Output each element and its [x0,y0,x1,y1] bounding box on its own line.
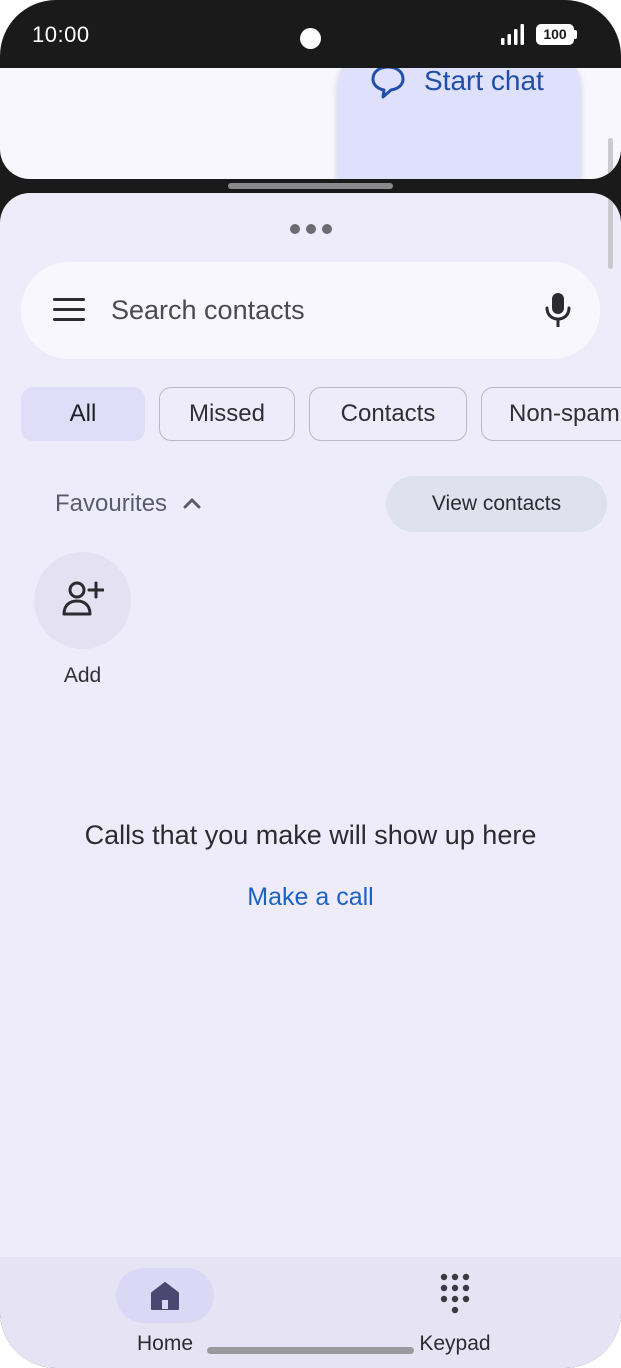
camera-cutout [300,28,321,49]
add-favourite-button[interactable] [34,552,131,649]
empty-state-message: Calls that you make will show up here [84,820,537,850]
search-bar[interactable]: Search contacts [21,262,600,359]
filter-chips: All Missed Contacts Non-spam [21,387,621,441]
person-add-icon [62,581,104,616]
battery-nub [574,30,577,39]
status-time: 10:00 [32,22,90,47]
home-icon [151,1282,179,1310]
signal-icon [501,24,524,45]
nav-home-button[interactable] [116,1268,214,1323]
split-screen-divider-handle[interactable] [228,183,393,189]
gesture-navigation-bar[interactable] [207,1347,414,1354]
nav-home-label[interactable]: Home [116,1332,214,1356]
chevron-up-icon[interactable] [183,497,201,509]
chip-non-spam[interactable]: Non-spam [481,387,621,441]
make-a-call-link[interactable]: Make a call [0,883,621,912]
chip-all[interactable]: All [21,387,145,441]
favourites-toggle[interactable]: Favourites [55,490,167,518]
chat-bubble-icon [371,68,405,99]
add-favourite-label: Add [63,664,102,687]
phone-app-pane: Search contacts All Missed Contacts Non-… [0,193,621,1368]
top-pane-scrollbar[interactable] [608,138,613,179]
chip-contacts[interactable]: Contacts [309,387,467,441]
start-chat-button[interactable]: Start chat [338,68,580,179]
status-bar: 10:00 100 [0,0,621,70]
more-options-icon[interactable] [290,224,332,236]
nav-keypad-label[interactable]: Keypad [405,1332,505,1356]
battery-icon: 100 [536,24,574,45]
menu-icon[interactable] [53,298,85,322]
phone-pane-scrollbar[interactable] [608,195,613,269]
top-app-pane: Start chat [0,68,621,179]
phone-frame: 10:00 100 Start chat Search contacts All… [0,0,621,1368]
chip-missed[interactable]: Missed [159,387,295,441]
dialpad-icon[interactable] [440,1273,470,1315]
start-chat-label: Start chat [424,68,544,96]
search-input[interactable]: Search contacts [111,295,305,326]
mic-icon[interactable] [543,292,573,328]
view-contacts-button[interactable]: View contacts [386,476,607,532]
